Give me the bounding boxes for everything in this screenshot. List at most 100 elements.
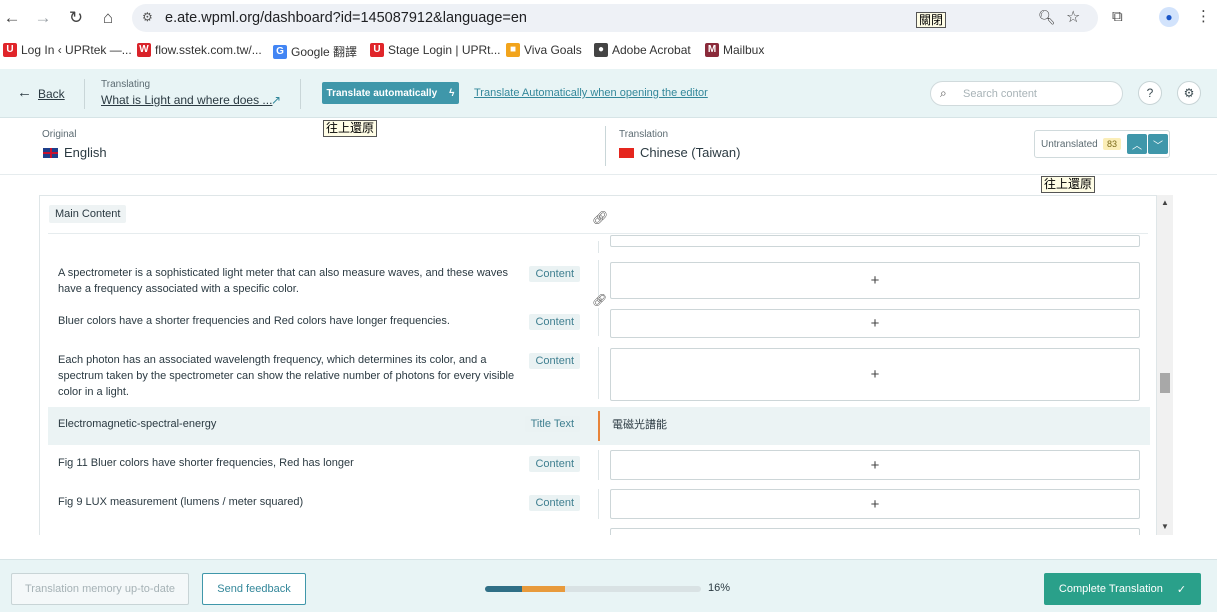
segment-type-badge: Title Text [524, 416, 580, 432]
bookmark-favicon-icon: W [137, 43, 151, 57]
lightning-icon: ϟ [449, 87, 455, 99]
complete-translation-label: Complete Translation [1058, 583, 1163, 595]
translation-language: Chinese (Taiwan) [619, 145, 740, 160]
language-row: Original English Translation Chinese (Ta… [0, 118, 1217, 175]
add-translation-icon[interactable]: + [871, 366, 880, 383]
original-label: Original [42, 129, 77, 140]
translate-automatically-label: Translate automatically [326, 87, 438, 99]
divider [598, 450, 599, 480]
bookmark-label: Stage Login | UPRt... [388, 43, 501, 57]
original-language-name: English [64, 145, 107, 160]
external-link-icon[interactable]: ↗ [271, 93, 281, 107]
translation-label: Translation [619, 129, 669, 140]
scrollbar[interactable]: ▲ ▼ [1157, 195, 1173, 535]
bookmark-item[interactable]: M Mailbux [705, 43, 764, 57]
translation-memory-button[interactable]: Translation memory up-to-date [11, 573, 189, 605]
forward-arrow-icon[interactable]: → [31, 6, 55, 30]
taiwan-flag-icon [619, 147, 634, 158]
translating-label: Translating [101, 79, 151, 90]
segment-type-badge: Content [529, 266, 580, 282]
divider [598, 260, 599, 296]
chevron-down-icon: ﹀ [1153, 140, 1163, 152]
search-placeholder: Search content [963, 88, 1037, 100]
editor-footer: Translation memory up-to-date Send feedb… [0, 559, 1217, 612]
translation-field[interactable] [610, 528, 1140, 535]
add-translation-icon[interactable]: + [871, 272, 880, 289]
link-icon[interactable]: 🔗︎ [592, 293, 607, 307]
bookmark-favicon-icon: U [3, 43, 17, 57]
divider [598, 347, 599, 399]
more-menu-icon[interactable]: ⋮ [1196, 7, 1211, 25]
translation-field[interactable]: + [610, 348, 1140, 401]
bookmark-label: flow.sstek.com.tw/... [155, 43, 262, 57]
divider [598, 411, 600, 441]
translation-text[interactable]: 電磁光譜能 [612, 416, 667, 432]
back-arrow-icon[interactable]: ← [17, 84, 32, 101]
uk-flag-icon [43, 147, 58, 158]
add-translation-icon[interactable]: + [871, 315, 880, 332]
zoom-icon[interactable]: 🔍︎ [1038, 9, 1056, 26]
chevron-up-icon: ︿ [1132, 140, 1142, 152]
browser-chrome: ← → ↻ ⌂ ⚙ e.ate.wpml.org/dashboard?id=14… [0, 0, 1217, 69]
add-translation-icon[interactable]: + [871, 496, 880, 513]
editor-header: ← Back Translating What is Light and whe… [0, 69, 1217, 118]
profile-icon[interactable]: ● [1159, 7, 1179, 27]
source-text: Bluer colors have a shorter frequencies … [58, 315, 450, 327]
translate-automatically-button[interactable]: Translate automatically ϟ [322, 82, 459, 104]
add-translation-icon[interactable]: + [871, 457, 880, 474]
search-icon: ⌕ [940, 86, 947, 100]
url-popup-label[interactable]: 關閉 [916, 12, 947, 28]
next-untranslated-button[interactable]: ﹀ [1148, 134, 1168, 154]
back-arrow-icon[interactable]: ← [0, 6, 24, 30]
bookmark-favicon-icon: M [705, 43, 719, 57]
search-input[interactable]: ⌕ Search content [930, 81, 1123, 106]
home-icon[interactable]: ⌂ [96, 6, 120, 30]
original-language: English [43, 145, 107, 160]
source-text: Each photon has an associated wavelength… [58, 354, 515, 398]
translation-field[interactable]: + [610, 450, 1140, 480]
bookmark-label: Log In ‹ UPRtek —... [21, 43, 132, 57]
bookmark-favicon-icon: G [273, 44, 287, 59]
bookmark-item[interactable]: Wflow.sstek.com.tw/... [137, 43, 262, 57]
extensions-icon[interactable]: ⧉ [1112, 8, 1123, 25]
help-icon: ? [1146, 86, 1154, 100]
url-text[interactable]: e.ate.wpml.org/dashboard?id=145087912&la… [165, 10, 527, 26]
translation-field[interactable] [610, 235, 1140, 247]
translation-field[interactable]: + [610, 262, 1140, 299]
scroll-up-icon[interactable]: ▲ [1161, 198, 1169, 207]
document-title[interactable]: What is Light and where does ... [101, 93, 272, 107]
translation-field[interactable]: + [610, 489, 1140, 519]
back-link[interactable]: Back [38, 87, 65, 101]
help-button[interactable]: ? [1138, 81, 1162, 105]
untranslated-label: Untranslated [1041, 139, 1098, 150]
site-settings-icon[interactable]: ⚙ [142, 10, 153, 24]
source-text: Electromagnetic-spectral-energy [58, 418, 217, 430]
send-feedback-button[interactable]: Send feedback [202, 573, 306, 605]
auto-translate-on-open-link[interactable]: Translate Automatically when opening the… [474, 87, 708, 99]
translation-field[interactable]: + [610, 309, 1140, 338]
bookmark-item[interactable]: U Log In ‹ UPRtek —... [3, 43, 132, 57]
scrollbar-thumb[interactable] [1160, 373, 1170, 393]
divider [598, 308, 599, 336]
untranslated-filter[interactable]: Untranslated 83 ︿ ﹀ [1034, 130, 1170, 158]
bookmark-item[interactable]: G Google 翻譯 [273, 43, 357, 60]
divider [84, 79, 85, 109]
segment-type-badge: Content [529, 353, 580, 369]
bookmark-item[interactable]: U Stage Login | UPRt... [370, 43, 501, 57]
bookmark-item[interactable]: ■ Viva Goals [506, 43, 582, 57]
progress-translated [485, 586, 522, 592]
previous-untranslated-button[interactable]: ︿ [1127, 134, 1147, 154]
bookmark-label: Mailbux [723, 43, 765, 57]
reload-icon[interactable]: ↻ [64, 6, 88, 30]
source-text: Fig 11 Bluer colors have shorter frequen… [58, 457, 354, 469]
complete-translation-button[interactable]: Complete Translation ✓ [1044, 573, 1201, 605]
link-icon[interactable]: 🔗︎ [592, 210, 609, 226]
bookmark-label: Adobe Acrobat [612, 43, 691, 57]
bookmark-item[interactable]: ● Adobe Acrobat [594, 43, 691, 57]
source-text: A spectrometer is a sophisticated light … [58, 267, 509, 295]
scroll-down-icon[interactable]: ▼ [1161, 522, 1169, 531]
source-text: Fig 9 LUX measurement (lumens / meter sq… [58, 496, 304, 508]
settings-button[interactable]: ⚙ [1177, 81, 1201, 105]
star-icon[interactable]: ☆ [1066, 7, 1080, 27]
address-bar[interactable]: ⚙ e.ate.wpml.org/dashboard?id=145087912&… [132, 4, 1098, 32]
